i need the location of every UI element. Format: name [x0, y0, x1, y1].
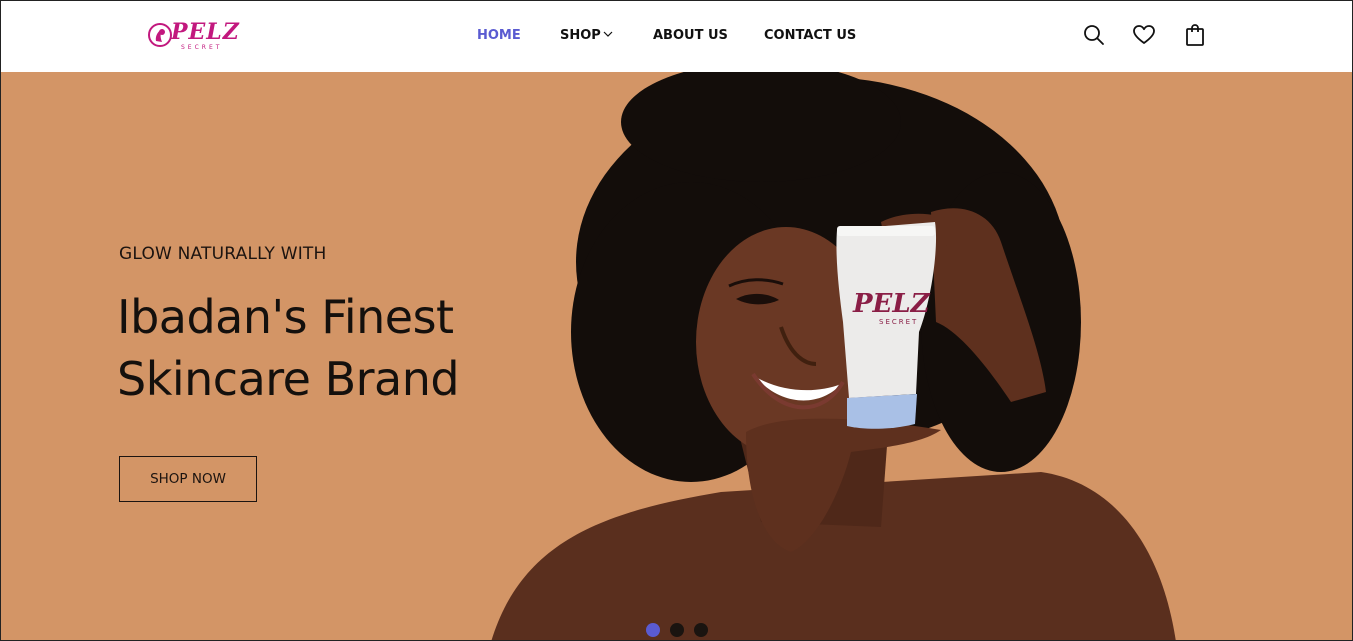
- page: PELZ SECRET HOME SHOP ABOUT US CONTACT U…: [0, 0, 1353, 641]
- nav-item-shop-label: SHOP: [560, 28, 601, 43]
- nav-item-contact[interactable]: CONTACT US: [764, 28, 856, 43]
- search-icon[interactable]: [1082, 23, 1106, 47]
- hero-eyebrow: GLOW NATURALLY WITH: [119, 244, 327, 264]
- carousel-dot-3[interactable]: [694, 623, 708, 637]
- product-logo-text: PELZ: [852, 289, 931, 319]
- brand-logo[interactable]: PELZ SECRET: [147, 19, 239, 53]
- nav-item-about[interactable]: ABOUT US: [653, 28, 728, 43]
- carousel-dot-2[interactable]: [670, 623, 684, 637]
- logo-mark-icon: [148, 23, 172, 47]
- heart-icon[interactable]: [1132, 23, 1156, 47]
- hero-headline: Ibadan's Finest Skincare Brand: [117, 290, 460, 406]
- nav-item-shop[interactable]: SHOP: [560, 28, 613, 43]
- shop-now-button[interactable]: SHOP NOW: [119, 456, 257, 502]
- logo-subtext: SECRET: [181, 44, 223, 51]
- nav-item-home[interactable]: HOME: [477, 28, 521, 43]
- product-logo-subtext: SECRET: [879, 318, 918, 326]
- shopping-bag-icon[interactable]: [1183, 23, 1207, 47]
- carousel-dot-1[interactable]: [646, 623, 660, 637]
- logo-wordmark: PELZ: [171, 19, 240, 45]
- site-header: PELZ SECRET HOME SHOP ABOUT US CONTACT U…: [1, 1, 1352, 72]
- hero-banner: PELZ SECRET GLOW NATURALLY WITH Ibadan's…: [1, 72, 1352, 640]
- chevron-down-icon: [603, 31, 613, 37]
